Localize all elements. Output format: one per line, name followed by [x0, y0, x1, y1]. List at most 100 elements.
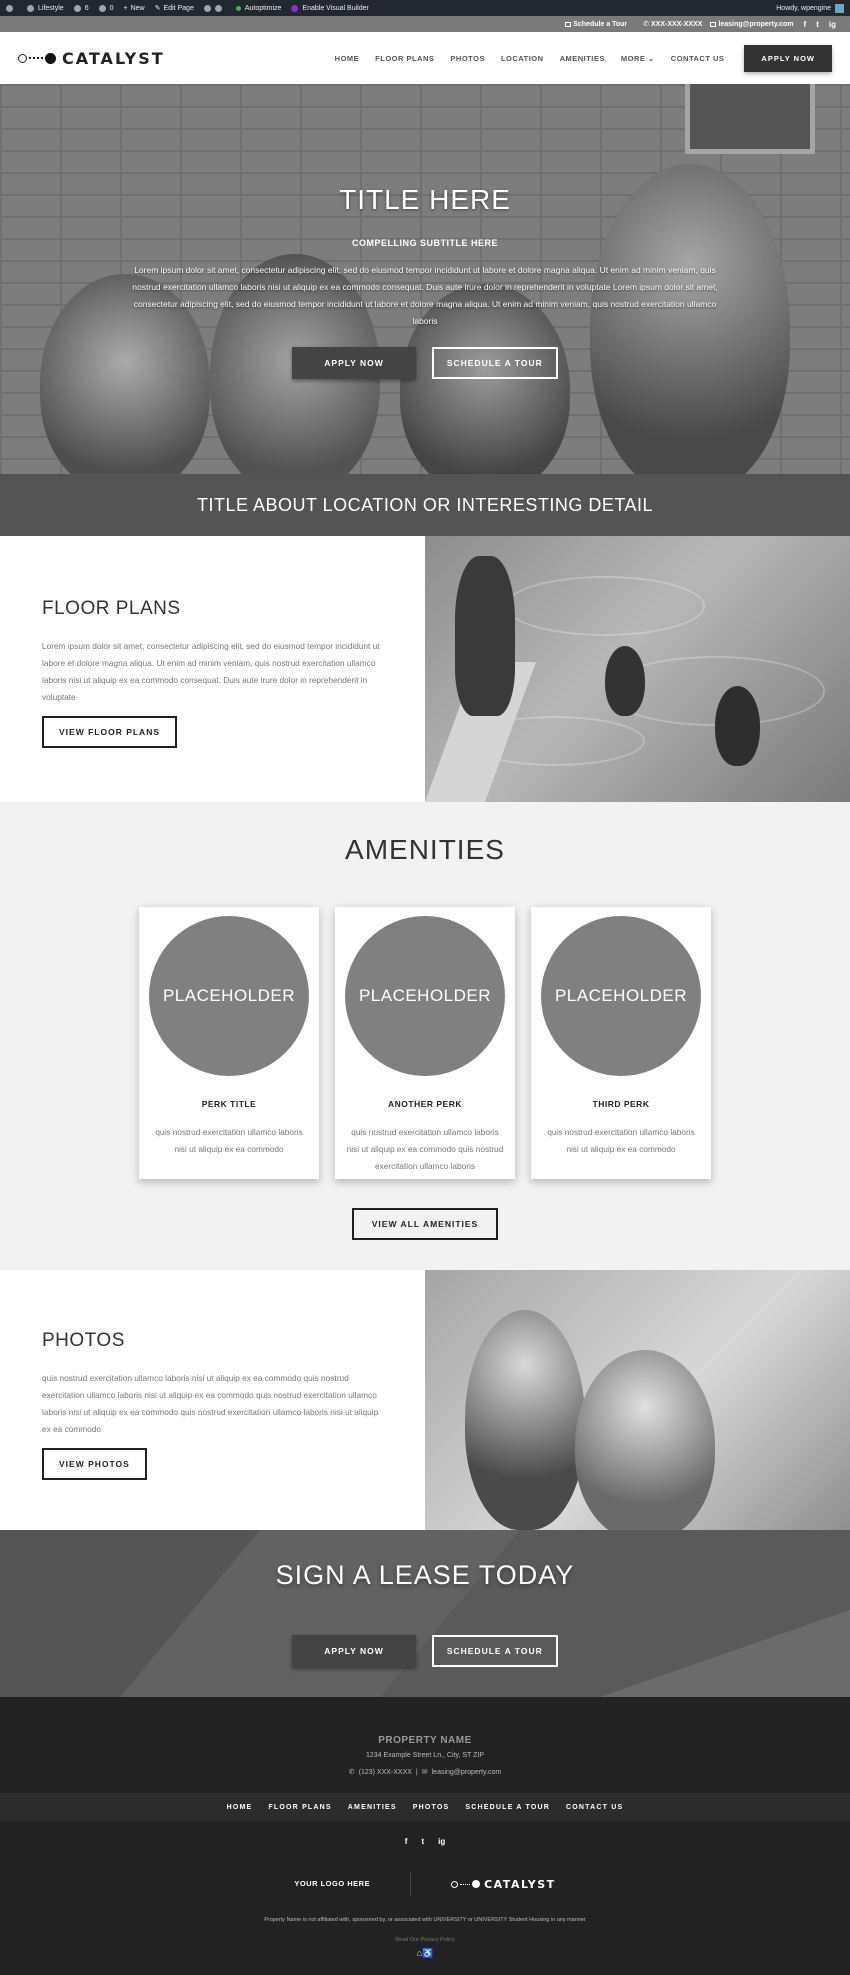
comments-link[interactable]: 0 — [98, 4, 114, 12]
cta-schedule-tour-button[interactable]: SCHEDULE A TOUR — [431, 1635, 558, 1667]
site-name-link[interactable]: Lifestyle — [27, 4, 64, 12]
facebook-icon[interactable]: f — [804, 20, 807, 29]
amenities-title: AMENITIES — [345, 834, 505, 865]
schedule-tour-link[interactable]: Schedule a Tour — [565, 21, 627, 28]
instagram-icon[interactable]: ig — [829, 20, 836, 29]
chevron-down-icon: ⌄ — [648, 53, 655, 63]
geometric-background — [0, 1530, 850, 1697]
footer-nav-floor-plans[interactable]: FLOOR PLANS — [268, 1804, 331, 1811]
pool-image — [425, 536, 850, 802]
phone-icon: ✆ — [348, 1769, 355, 1776]
footer-contact: ✆ (123) XXX-XXXX | ✉ leasing@property.co… — [0, 1768, 850, 1777]
plus-icon: + — [123, 4, 128, 12]
footer-nav-amenities[interactable]: AMENITIES — [348, 1804, 397, 1811]
nav-amenities[interactable]: AMENITIES — [560, 54, 605, 63]
location-band-title: TITLE ABOUT LOCATION OR INTERESTING DETA… — [0, 474, 850, 536]
email-link[interactable]: leasing@property.com — [710, 21, 794, 28]
amenity-description: quis nostrud exercitation ullamco labori… — [155, 1127, 303, 1154]
footer-social: f t ig — [0, 1837, 850, 1846]
couple-image — [425, 1270, 850, 1530]
main-nav: HOME FLOOR PLANS PHOTOS LOCATION AMENITI… — [327, 44, 832, 72]
nav-photos[interactable]: PHOTOS — [450, 54, 485, 63]
pencil-icon: ✎ — [154, 5, 161, 12]
calendar-icon — [565, 21, 572, 27]
email-icon: ✉ — [421, 1769, 428, 1776]
amenity-card: PLACEHOLDER PERK TITLE quis nostrud exer… — [139, 907, 319, 1179]
your-logo-placeholder: YOUR LOGO HERE — [294, 1872, 412, 1896]
footer-nav-schedule-tour[interactable]: SCHEDULE A TOUR — [465, 1804, 550, 1811]
cta-title: SIGN A LEASE TODAY — [275, 1560, 575, 1590]
site-header: CATALYST HOME FLOOR PLANS PHOTOS LOCATIO… — [0, 32, 850, 84]
account-menu[interactable]: Howdy, wpengine — [776, 3, 844, 13]
cta-apply-button[interactable]: APPLY NOW — [292, 1635, 416, 1667]
photos-body: quis nostrud exercitation ullamco labori… — [42, 1373, 379, 1434]
floor-plans-title: FLOOR PLANS — [42, 598, 181, 619]
placeholder-image: PLACEHOLDER — [541, 916, 701, 1076]
hero-content: TITLE HERE COMPELLING SUBTITLE HERE Lore… — [0, 184, 850, 379]
facebook-icon[interactable]: f — [405, 1837, 408, 1846]
plugin-icon[interactable] — [203, 4, 226, 12]
footer-disclaimer: Property Name is not affiliated with, sp… — [264, 1917, 586, 1923]
instagram-icon[interactable]: ig — [438, 1837, 445, 1846]
footer-phone[interactable]: (123) XXX-XXXX — [359, 1769, 412, 1776]
hero-section: TITLE HERE COMPELLING SUBTITLE HERE Lore… — [0, 84, 850, 474]
footer-logos: YOUR LOGO HERE CATALYST — [0, 1872, 850, 1896]
catalyst-logo[interactable]: CATALYST — [451, 1878, 556, 1891]
photos-section: PHOTOS quis nostrud exercitation ullamco… — [0, 1270, 850, 1530]
amenity-card: PLACEHOLDER THIRD PERK quis nostrud exer… — [531, 907, 711, 1179]
floor-plans-section: FLOOR PLANS Lorem ipsum dolor sit amet, … — [0, 536, 850, 802]
visual-builder-link[interactable]: Enable Visual Builder — [291, 4, 369, 12]
placeholder-image: PLACEHOLDER — [345, 916, 505, 1076]
nav-contact-us[interactable]: CONTACT US — [671, 54, 725, 63]
refresh-icon — [73, 4, 81, 12]
nav-floor-plans[interactable]: FLOOR PLANS — [375, 54, 434, 63]
edit-page-link[interactable]: ✎ Edit Page — [154, 4, 194, 13]
amenity-title: PERK TITLE — [201, 1099, 257, 1109]
status-dot-icon — [235, 5, 241, 11]
separator: | — [415, 1768, 418, 1776]
floor-plans-body: Lorem ipsum dolor sit amet, consectetur … — [42, 641, 380, 702]
header-apply-button[interactable]: APPLY NOW — [744, 44, 832, 72]
updates-link[interactable]: 6 — [73, 4, 89, 12]
avatar — [835, 3, 844, 13]
footer-nav: HOME FLOOR PLANS AMENITIES PHOTOS SCHEDU… — [0, 1793, 850, 1821]
phone-link[interactable]: ✆ XXX-XXX-XXXX — [635, 20, 702, 29]
email-icon — [710, 21, 717, 27]
amenity-description: quis nostrud exercitation ullamco labori… — [547, 1127, 695, 1154]
amenities-section: AMENITIES PLACEHOLDER PERK TITLE quis no… — [0, 802, 850, 1270]
amenity-title: THIRD PERK — [592, 1099, 650, 1109]
view-all-amenities-button[interactable]: VIEW ALL AMENITIES — [352, 1208, 498, 1240]
hero-schedule-tour-button[interactable]: SCHEDULE A TOUR — [431, 347, 558, 379]
nav-home[interactable]: HOME — [335, 54, 360, 63]
hero-title: TITLE HERE — [339, 184, 511, 215]
equal-housing-accessibility-icons: ⌂♿ — [416, 1948, 434, 1958]
home-icon — [27, 4, 34, 12]
view-floor-plans-button[interactable]: VIEW FLOOR PLANS — [42, 716, 177, 748]
twitter-icon[interactable]: t — [421, 1837, 424, 1846]
footer-email[interactable]: leasing@property.com — [432, 1769, 502, 1776]
footer-nav-home[interactable]: HOME — [227, 1804, 253, 1811]
footer-nav-photos[interactable]: PHOTOS — [413, 1804, 450, 1811]
photos-title: PHOTOS — [42, 1330, 125, 1351]
footer-nav-contact-us[interactable]: CONTACT US — [566, 1804, 623, 1811]
autoptimize-link[interactable]: Autoptimize — [235, 5, 281, 12]
phone-icon: ✆ — [643, 21, 650, 28]
amenity-title: ANOTHER PERK — [387, 1099, 462, 1109]
site-footer: PROPERTY NAME 1234 Example Street Ln., C… — [0, 1697, 850, 1975]
divi-icon — [291, 4, 299, 12]
site-logo[interactable]: CATALYST — [18, 49, 165, 68]
twitter-icon[interactable]: t — [816, 20, 819, 29]
nav-location[interactable]: LOCATION — [501, 54, 544, 63]
wordpress-logo-icon[interactable] — [6, 4, 17, 12]
privacy-policy-link[interactable]: Read Our Privacy Policy — [0, 1937, 850, 1943]
hero-body: Lorem ipsum dolor sit amet, consectetur … — [132, 265, 718, 326]
hero-apply-button[interactable]: APPLY NOW — [292, 347, 416, 379]
footer-address: 1234 Example Street Ln., City, ST ZIP — [365, 1752, 484, 1759]
top-info-bar: Schedule a Tour ✆ XXX-XXX-XXXX leasing@pr… — [0, 16, 850, 32]
amenity-description: quis nostrud exercitation ullamco labori… — [346, 1127, 504, 1171]
view-photos-button[interactable]: VIEW PHOTOS — [42, 1448, 147, 1480]
lease-cta-section: SIGN A LEASE TODAY APPLY NOW SCHEDULE A … — [0, 1530, 850, 1697]
footer-property-name: PROPERTY NAME — [378, 1735, 472, 1746]
nav-more[interactable]: MORE ⌄ — [621, 54, 655, 63]
new-content-link[interactable]: + New — [124, 5, 145, 12]
